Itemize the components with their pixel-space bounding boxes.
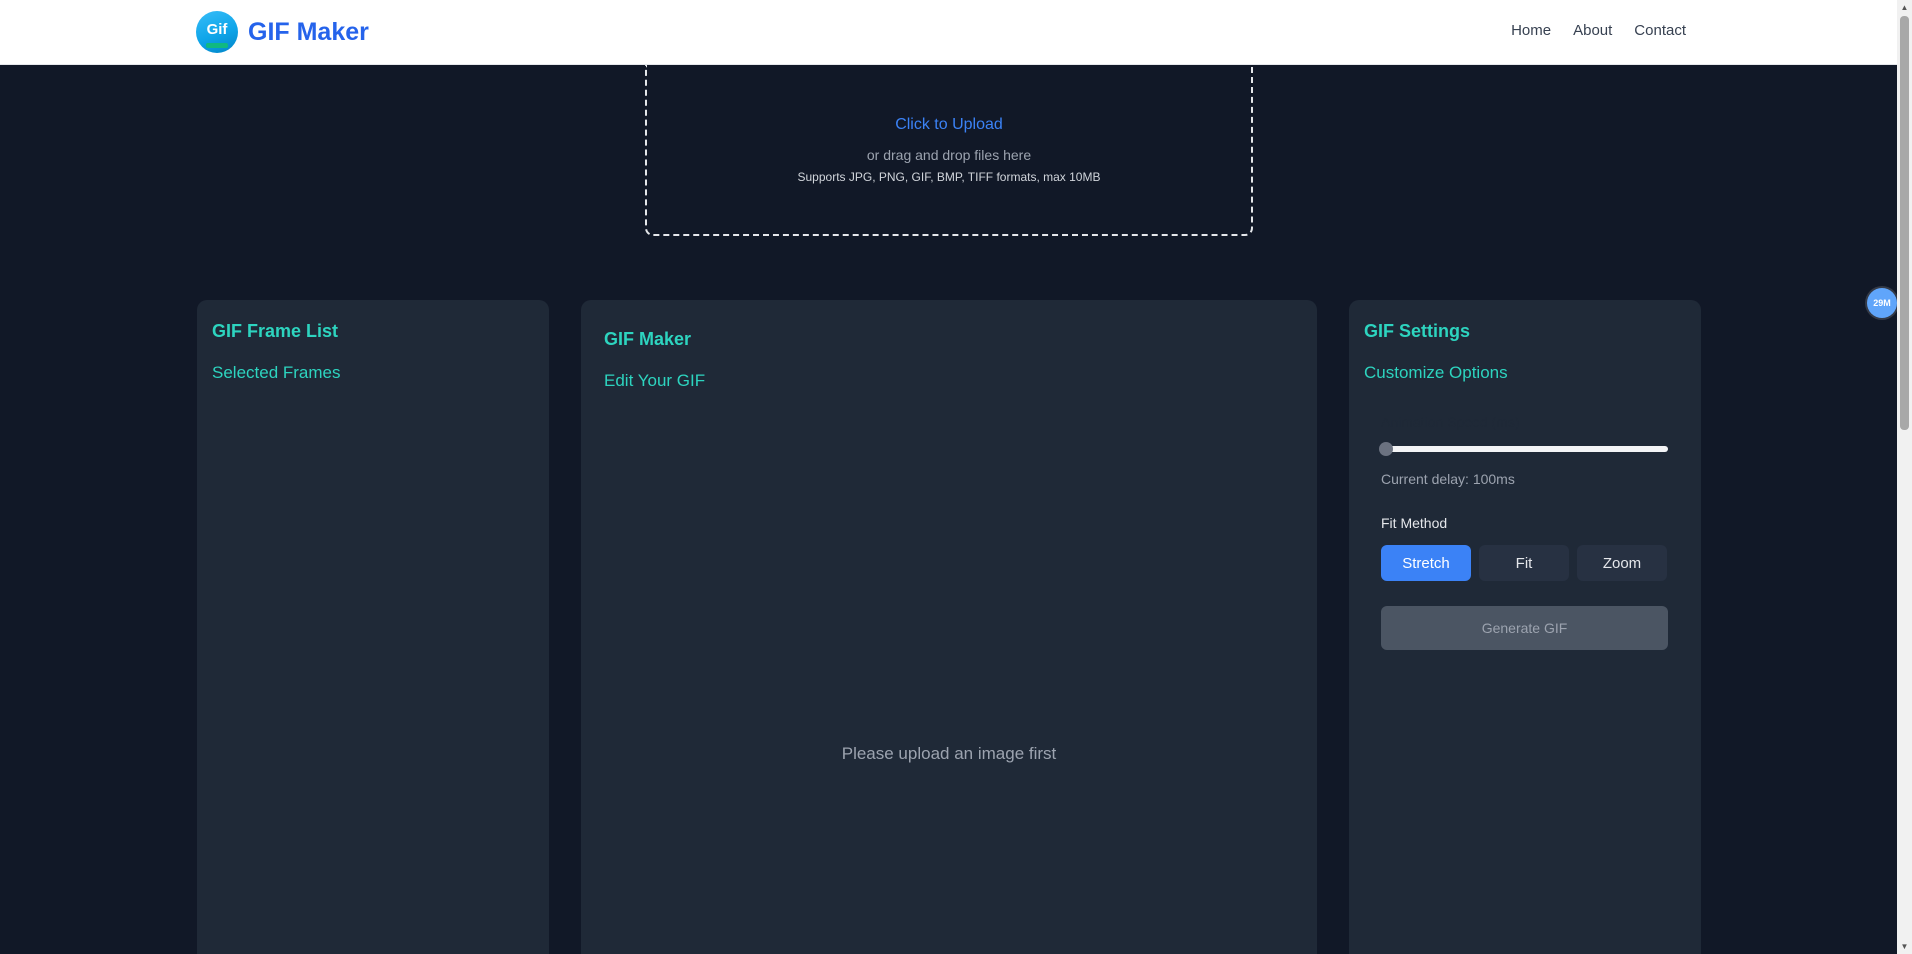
fit-method-group: Stretch Fit Zoom xyxy=(1381,545,1667,581)
nav-home-link[interactable]: Home xyxy=(1511,22,1551,39)
frame-list-title: GIF Frame List xyxy=(212,321,339,341)
logo-text: Gif xyxy=(206,21,228,38)
settings-panel: GIF Settings Customize Options Animation… xyxy=(1349,300,1701,954)
frame-list-subtitle: Selected Frames xyxy=(212,363,341,382)
speed-slider[interactable] xyxy=(1379,442,1668,456)
editor-panel: GIF Maker Edit Your GIF Please upload an… xyxy=(581,300,1317,954)
top-navbar: Gif GIF Maker Home About Contact xyxy=(0,0,1897,65)
nav-links: Home About Contact xyxy=(1511,22,1686,39)
editor-title: GIF Maker xyxy=(604,329,692,349)
logo-strip xyxy=(206,43,228,48)
upload-dropzone[interactable]: Click to Upload or drag and drop files h… xyxy=(645,65,1253,236)
speed-slider-thumb[interactable] xyxy=(1379,442,1393,456)
fit-method-label: Fit Method xyxy=(1381,515,1448,531)
fit-zoom-button[interactable]: Zoom xyxy=(1577,545,1667,581)
brand[interactable]: Gif GIF Maker xyxy=(196,11,369,53)
settings-subtitle: Customize Options xyxy=(1364,363,1508,382)
upload-subtitle: or drag and drop files here xyxy=(866,147,1032,163)
nav-about-link[interactable]: About xyxy=(1573,22,1612,39)
nav-contact-link[interactable]: Contact xyxy=(1634,22,1686,39)
generate-gif-button[interactable]: Generate GIF xyxy=(1381,606,1668,650)
editor-subtitle: Edit Your GIF xyxy=(604,371,706,390)
settings-title: GIF Settings xyxy=(1364,321,1471,341)
floating-badge[interactable]: 29M xyxy=(1867,288,1897,318)
gif-logo-icon: Gif xyxy=(196,11,238,53)
speed-label: Animation Speed (ms) xyxy=(1381,414,1520,430)
empty-state-message: Please upload an image first xyxy=(841,744,1057,763)
scroll-thumb[interactable] xyxy=(1900,16,1909,430)
brand-name: GIF Maker xyxy=(248,17,369,46)
scroll-down-arrow-icon[interactable]: ▼ xyxy=(1897,939,1912,954)
upload-formats-note: Supports JPG, PNG, GIF, BMP, TIFF format… xyxy=(797,170,1101,184)
fit-fit-button[interactable]: Fit xyxy=(1479,545,1569,581)
page-scrollbar[interactable]: ▲ ▼ xyxy=(1897,0,1912,954)
fit-stretch-button[interactable]: Stretch xyxy=(1381,545,1471,581)
frame-list-panel: GIF Frame List Selected Frames xyxy=(197,300,549,954)
upload-title[interactable]: Click to Upload xyxy=(647,116,1251,134)
scroll-up-arrow-icon[interactable]: ▲ xyxy=(1897,0,1912,15)
current-delay-text: Current delay: 100ms xyxy=(1381,471,1515,487)
